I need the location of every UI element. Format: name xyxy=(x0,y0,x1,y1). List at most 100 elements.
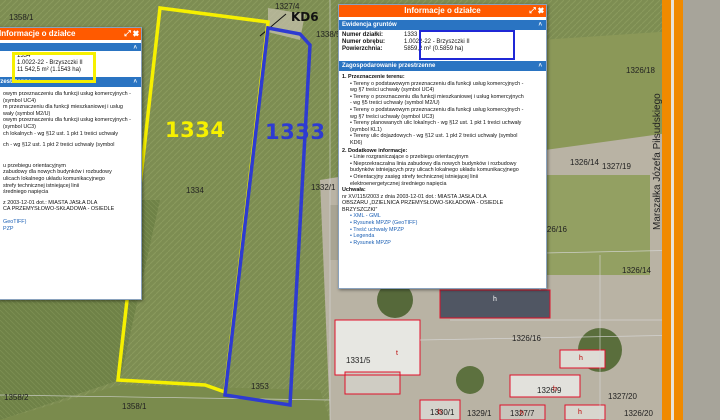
geotiff-link[interactable]: • Rysunek MPZP (GeoTIFF) xyxy=(350,220,546,227)
chevron-up-icon[interactable]: ˄ xyxy=(133,77,137,87)
main-road xyxy=(662,0,671,420)
info-line: ulicach lokalnego układu komunikacyjnego xyxy=(3,175,105,182)
info-line: strefy technicznej istniejącej linii xyxy=(3,182,80,189)
zoning-item: - wg §5 treści uchwały (symbol M2/U) xyxy=(350,100,440,107)
road-kd6-label: KD6 xyxy=(291,10,319,24)
parcel-label: 1329/1 xyxy=(467,409,492,418)
link-text[interactable]: Rysunek MPZP xyxy=(353,240,390,246)
zoning-item: • Tereny o podstawowym przeznaczeniu dla… xyxy=(350,106,524,113)
zoning-item: wg §7 treści uchwały (symbol UC4) xyxy=(350,87,435,94)
info-line: zabudowy dla nowych budynków i rozbudowy xyxy=(3,169,112,176)
xml-gml-link[interactable]: • XML - GML xyxy=(350,213,546,220)
street-label: Marszałka Józefa Piłsudskiego xyxy=(652,93,663,230)
parcel-label: 1353 xyxy=(251,382,269,391)
panel-title-text: Informacje o działce xyxy=(404,6,481,15)
parcel-label: 1326/14 xyxy=(570,158,599,167)
link-text[interactable]: Legenda xyxy=(353,233,374,239)
zoning-line: owym przeznaczeniu dla funkcji usług kom… xyxy=(3,117,131,124)
zoning-heading: 2. Dodatkowe informacje: xyxy=(342,147,408,154)
mpzp-link[interactable]: PZP xyxy=(3,226,141,233)
legend-link[interactable]: • Legenda xyxy=(350,233,546,240)
building-mark: h xyxy=(520,410,524,417)
roadside-area xyxy=(683,0,720,420)
chevron-up-icon[interactable]: ˄ xyxy=(133,43,137,53)
row-key: Numer obrębu: xyxy=(342,39,386,45)
parcel-label: 1358/1 xyxy=(9,13,34,22)
highlight-box-blue xyxy=(419,30,515,60)
parcel-label: 1327/19 xyxy=(602,162,631,171)
row-key: Numer działki: xyxy=(342,32,384,38)
extra-info-list: • Linie rozgraniczające o przebiegu orie… xyxy=(342,154,546,187)
section-header-zoning[interactable]: Zagospodarowanie przestrzenne ˄ xyxy=(339,61,546,71)
resolution-line: nr XV/115/2003 z dnia 2003-12-01 dot.: M… xyxy=(342,193,487,200)
parcel-label: 1358/1 xyxy=(122,402,147,411)
parcel-label: 1334 xyxy=(186,186,204,195)
main-road xyxy=(671,0,674,420)
zoning-item: (symbol KL1) xyxy=(350,126,382,133)
info-item: • Orientacyjny zasięg strefy technicznej… xyxy=(350,173,479,180)
parcel-label: 1326/9 xyxy=(537,386,562,395)
zoning-item: • Tereny o przeznaczeniu dla funkcji mie… xyxy=(350,93,524,100)
parcel-label: 1326/20 xyxy=(624,409,653,418)
resolution-line: z 2003-12-01 dot.: MIASTA JASŁA DLA xyxy=(3,199,98,206)
panel-title: Informacje o działce ⤢ ✖ xyxy=(339,5,546,17)
zoning-item: KD6) xyxy=(350,139,363,146)
zoning-line: wały (symbol M2/U) xyxy=(3,110,51,117)
resolution-text-link[interactable]: • Treść uchwały MPZP xyxy=(350,227,546,234)
building xyxy=(440,290,550,318)
panel-window-icons[interactable]: ⤢ ✖ xyxy=(124,28,139,40)
zoning-line: m przeznaczeniu dla funkcji mieszkaniowe… xyxy=(3,104,123,111)
panel-title: Informacje o działce ⤢ ✖ xyxy=(0,28,141,40)
zoning-list: owym przeznaczeniu dla funkcji usług kom… xyxy=(0,87,141,232)
zoning-line: ch lokalnych - wg §12 ust. 1 pkt 1 treśc… xyxy=(3,130,119,137)
building-mark: h xyxy=(578,409,582,416)
plot-1333-label: 1333 xyxy=(265,120,326,144)
building xyxy=(565,405,605,420)
building xyxy=(335,320,420,375)
parcel-label: 1327/20 xyxy=(608,392,637,401)
parcel-label: 1331/5 xyxy=(346,356,371,365)
info-item: elektroenergetycznej średniego napięcia xyxy=(350,180,447,187)
main-road xyxy=(674,0,683,420)
resolution-line: BRZYSZCZKI” xyxy=(342,206,378,213)
zoning-heading: 1. Przeznaczenie terenu: xyxy=(342,74,405,80)
chevron-up-icon[interactable]: ˄ xyxy=(538,20,542,30)
building-mark: h xyxy=(493,296,497,303)
resolution-line: CA PRZEMYSŁOWO-SKŁADOWA - OSIEDLE xyxy=(3,206,115,213)
info-line: u przebiegu orientacyjnym xyxy=(3,162,66,169)
chevron-up-icon[interactable]: ˄ xyxy=(538,61,542,71)
link-text[interactable]: Treść uchwały MPZP xyxy=(353,227,404,233)
building-mark: t xyxy=(396,350,398,357)
panel-title-text: Informacje o działce xyxy=(0,29,76,38)
info-item: • Linie rozgraniczające o przebiegu orie… xyxy=(350,154,469,161)
zoning-list: • Tereny o podstawowym przeznaczeniu dla… xyxy=(342,81,546,147)
mpzp-drawing-link[interactable]: • Rysunek MPZP xyxy=(350,240,546,247)
link-text[interactable]: XML - GML xyxy=(353,213,380,219)
section-title: Zagospodarowanie przestrzenne xyxy=(342,63,436,69)
link-text[interactable]: Rysunek MPZP (GeoTIFF) xyxy=(353,220,417,226)
zoning-details: 1. Przeznaczenie terenu: • Tereny o pods… xyxy=(339,71,546,246)
parcel-label: 1358/2 xyxy=(4,393,29,402)
building-mark: h xyxy=(438,409,442,416)
section-header-cadastre[interactable]: Ewidencja gruntów ˄ xyxy=(339,20,546,30)
panel-window-icons[interactable]: ⤢ ✖ xyxy=(529,5,544,17)
zoning-line: ch - wg §12 ust. 1 pkt 2 treści uchwały … xyxy=(3,142,115,149)
zoning-item: • Tereny ulic dojazdowych - wg §12 ust. … xyxy=(350,133,518,140)
zoning-item: wg §7 treści uchwały (symbol UC3) xyxy=(350,113,435,120)
info-line: średniego napięcia xyxy=(3,189,49,196)
info-item: • Nieprzekraczalna linia zabudowy dla no… xyxy=(350,160,517,167)
parcel-label: 1326/16 xyxy=(512,334,541,343)
info-item: budynków istniejących przy ulicach lokal… xyxy=(350,167,519,174)
plot-1334-label: 1334 xyxy=(165,118,226,142)
row-key: Powierzchnia: xyxy=(342,46,383,52)
resolution-line: OBSZARU „DZIELNICA PRZEMYSŁOWO-SKŁADOWA … xyxy=(342,200,504,207)
parcel-label: 1332/1 xyxy=(311,183,336,192)
building-mark: h xyxy=(553,386,557,393)
section-header[interactable]: ˄ xyxy=(0,43,141,51)
parcel-label: 1326/18 xyxy=(626,66,655,75)
tree-cluster xyxy=(456,366,484,394)
row-value: 1333 xyxy=(404,32,418,38)
geotiff-link[interactable]: GeoTIFF) xyxy=(3,219,141,226)
section-title: Ewidencja gruntów xyxy=(342,22,397,28)
document-links: • XML - GML • Rysunek MPZP (GeoTIFF) • T… xyxy=(342,213,546,246)
